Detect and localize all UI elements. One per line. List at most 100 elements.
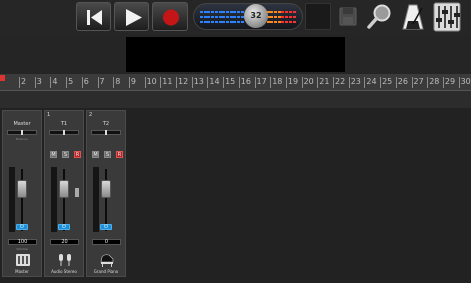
tempo-led: [274, 11, 277, 13]
pan-knob[interactable]: [21, 130, 23, 135]
tempo-led: [285, 21, 289, 23]
tempo-led: [288, 16, 292, 18]
ruler-bar-number: 5: [68, 77, 74, 86]
ruler-tick: [113, 77, 115, 88]
tempo-led: [211, 21, 215, 23]
ruler-tick: [395, 77, 397, 88]
tempo-led: [277, 16, 281, 18]
microphone-icon[interactable]: [57, 252, 73, 266]
channel-name: T1: [60, 121, 68, 127]
tempo-led: [237, 16, 240, 18]
metronome-icon: [402, 4, 424, 30]
volume-fader-track: [21, 169, 23, 231]
tempo-led: [281, 21, 285, 23]
track-lane-area[interactable]: [0, 91, 471, 108]
rewind-to-start-button[interactable]: [76, 2, 111, 31]
channel-name: Master: [13, 121, 31, 127]
tempo-led: [281, 16, 285, 18]
ruler-tick: [207, 77, 209, 88]
piano-icon[interactable]: [99, 252, 115, 267]
ruler-bar-number: 3: [36, 77, 42, 86]
timeline-ruler[interactable]: 2 3 4 5 6 7 8 9 10 11 12 13 14 15 16 17 18 19 20 21 22 23 24 25…: [0, 74, 471, 91]
volume-fader-track: [105, 169, 107, 231]
channel-power-button[interactable]: ⏻: [100, 224, 112, 230]
tempo-knob[interactable]: 32: [244, 4, 268, 28]
ruler-bar-number: 10: [146, 77, 157, 86]
mute-button[interactable]: M: [92, 151, 99, 158]
ruler-tick: [285, 77, 287, 88]
channel-power-button[interactable]: ⏻: [58, 224, 70, 230]
tempo-led: [200, 21, 203, 23]
channel-number: 2: [89, 112, 93, 118]
solo-button[interactable]: S: [62, 151, 69, 158]
tempo-led: [270, 16, 274, 18]
instrument-name: Grand Piano: [93, 269, 119, 274]
tempo-led: [233, 21, 237, 23]
tempo-led: [218, 21, 222, 23]
tempo-led: [214, 11, 218, 13]
tempo-led: [207, 21, 211, 23]
tempo-led: [207, 11, 211, 13]
ruler-tick: [81, 77, 83, 88]
playhead-marker[interactable]: [0, 75, 5, 81]
ruler-tick: [238, 77, 240, 88]
ruler-tick: [301, 77, 303, 88]
tempo-led: [285, 11, 289, 13]
record-arm-button[interactable]: R: [116, 151, 123, 158]
tempo-led: [203, 21, 207, 23]
ruler-bar-number: 13: [193, 77, 204, 86]
mixer-channel-strip: 2 T2 M S R ⏻ 0 Grand Piano: [86, 110, 126, 277]
record-button[interactable]: [152, 2, 188, 31]
ruler-tick: [128, 77, 130, 88]
ruler-bar-number: 14: [209, 77, 220, 86]
level-meter: [93, 167, 99, 232]
tempo-led: [214, 16, 218, 18]
mute-button[interactable]: M: [50, 151, 57, 158]
tempo-led: [211, 11, 215, 13]
tempo-led: [200, 16, 203, 18]
play-button[interactable]: [114, 2, 149, 31]
ruler-tick: [191, 77, 193, 88]
level-meter: [51, 167, 57, 232]
volume-fader[interactable]: [17, 180, 27, 198]
send-knob[interactable]: [75, 188, 79, 197]
ruler-tick: [317, 77, 319, 88]
channel-power-button[interactable]: ⏻: [16, 224, 28, 230]
tempo-led: [229, 16, 233, 18]
pan-knob[interactable]: [63, 130, 65, 135]
volume-fader[interactable]: [101, 180, 111, 198]
skip-back-icon: [87, 10, 102, 25]
ruler-tick: [427, 77, 429, 88]
metronome-button[interactable]: [398, 2, 428, 32]
tempo-led: [270, 11, 274, 13]
play-icon: [126, 9, 142, 26]
ruler-bar-number: 11: [162, 77, 173, 86]
pan-knob[interactable]: [105, 130, 107, 135]
tempo-led: [292, 21, 296, 23]
volume-label: Volume: [16, 247, 28, 251]
tempo-led: [240, 21, 244, 23]
ruler-bar-number: 7: [99, 77, 105, 86]
tempo-led: [214, 21, 218, 23]
ruler-tick: [442, 77, 444, 88]
search-button[interactable]: [365, 2, 395, 32]
ruler-bar-number: 26: [397, 77, 408, 86]
mixer-sliders-icon: [433, 2, 461, 32]
tempo-led: [277, 11, 281, 13]
record-arm-button[interactable]: R: [74, 151, 81, 158]
ruler-tick: [333, 77, 334, 88]
mixer-view-button[interactable]: [432, 2, 462, 32]
tempo-led: [207, 16, 211, 18]
speaker-mixer-icon[interactable]: [15, 252, 31, 266]
solo-button[interactable]: S: [104, 151, 111, 158]
ruler-bar-number: 29: [444, 77, 456, 86]
tempo-led: [237, 21, 240, 23]
magnifier-icon: [367, 4, 391, 29]
volume-fader[interactable]: [59, 180, 69, 198]
ruler-tick: [97, 77, 99, 88]
tempo-led: [277, 21, 281, 23]
tempo-led: [222, 11, 226, 13]
level-meter: [9, 167, 15, 232]
ruler-tick: [19, 77, 20, 88]
save-button[interactable]: [335, 3, 361, 30]
